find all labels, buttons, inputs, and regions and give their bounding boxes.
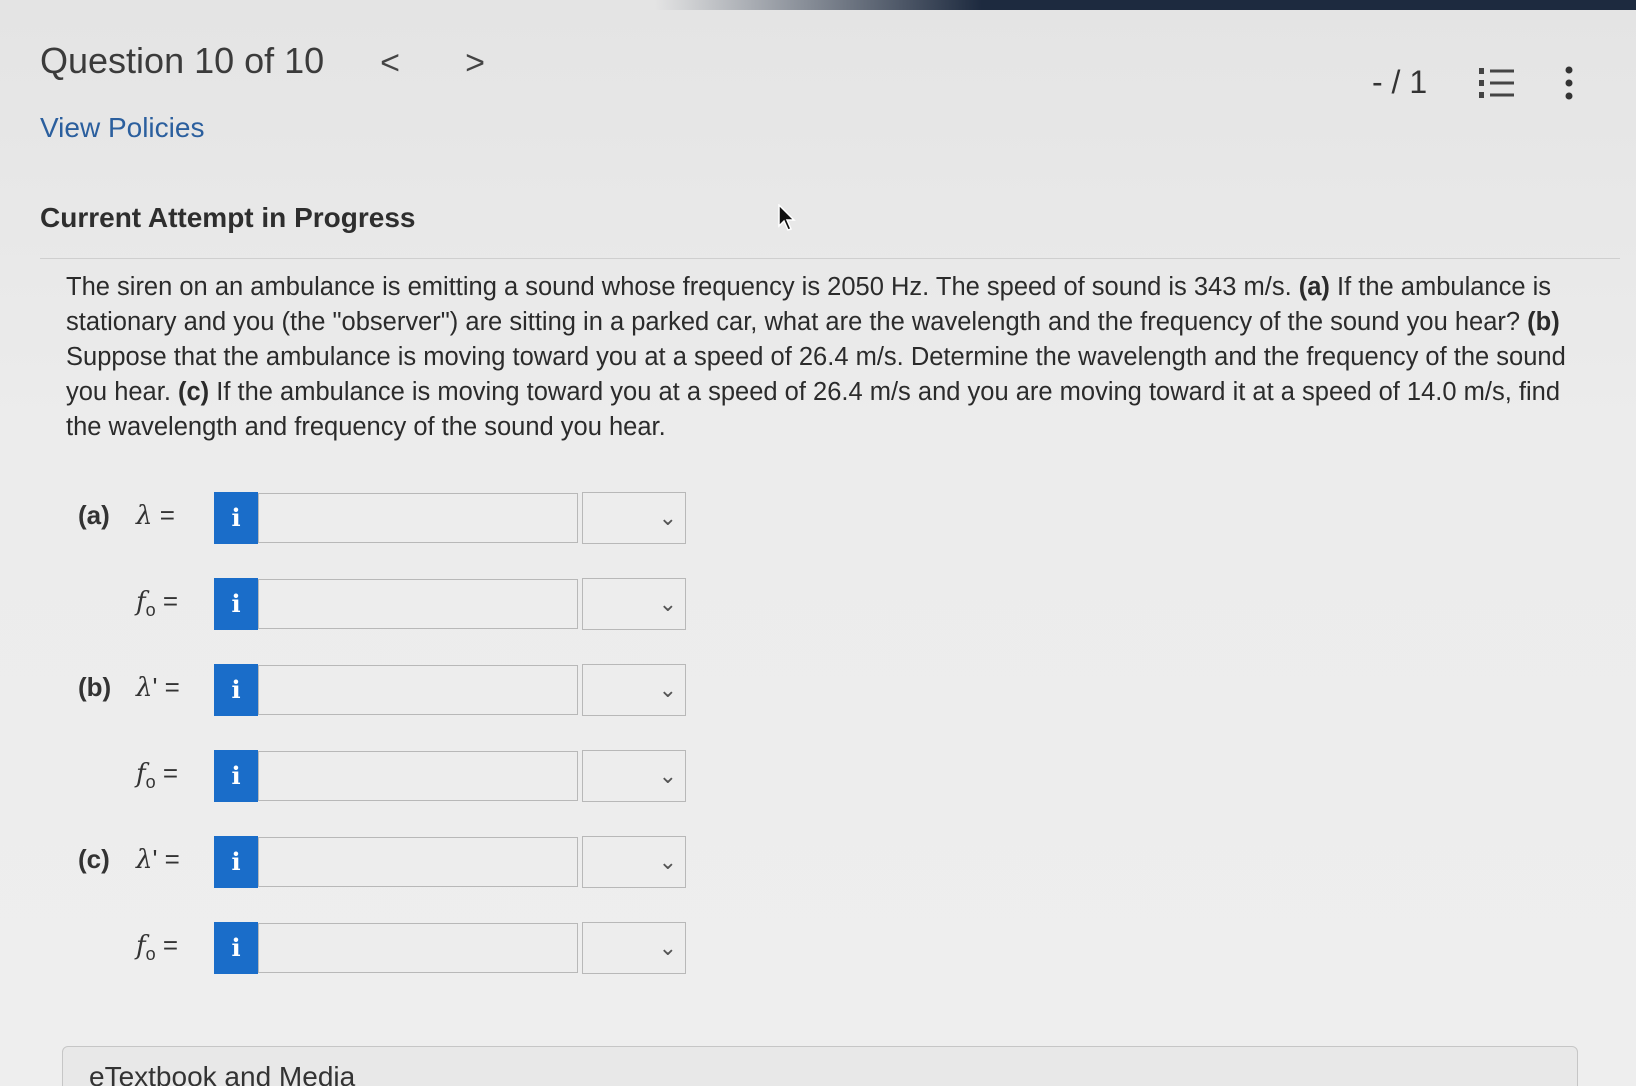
section-divider bbox=[40, 258, 1620, 259]
vertical-ellipsis-icon[interactable] bbox=[1562, 64, 1576, 102]
mouse-cursor-icon bbox=[778, 204, 796, 231]
variable-label: λ' = bbox=[136, 844, 180, 879]
unit-select[interactable]: ⌄ bbox=[582, 836, 686, 888]
unit-select[interactable]: ⌄ bbox=[582, 492, 686, 544]
chevron-down-icon: ⌄ bbox=[658, 763, 677, 788]
info-button[interactable]: i bbox=[214, 492, 258, 544]
info-button[interactable]: i bbox=[214, 922, 258, 974]
variable-label: fo = bbox=[136, 930, 178, 965]
variable-subscript: o bbox=[145, 944, 156, 965]
info-button[interactable]: i bbox=[214, 578, 258, 630]
variable-symbol: λ bbox=[136, 501, 153, 531]
variable-symbol: λ bbox=[136, 673, 153, 703]
chevron-down-icon: ⌄ bbox=[658, 591, 677, 616]
info-button[interactable]: i bbox=[214, 836, 258, 888]
part-label: (a) bbox=[78, 500, 110, 530]
previous-question-button[interactable]: < bbox=[375, 44, 405, 83]
variable-equals: = bbox=[152, 500, 175, 530]
question-title: Question 10 of 10 bbox=[40, 40, 325, 81]
variable-symbol: f bbox=[136, 587, 146, 617]
chevron-down-icon: ⌄ bbox=[658, 849, 677, 874]
problem-part-c-label: (c) bbox=[178, 378, 210, 406]
variable-symbol: f bbox=[136, 931, 146, 961]
etextbook-media-panel[interactable]: eTextbook and Media bbox=[62, 1046, 1578, 1086]
variable-equals: = bbox=[155, 758, 179, 788]
part-label: (b) bbox=[78, 672, 112, 702]
chevron-down-icon: ⌄ bbox=[658, 677, 677, 702]
unit-select[interactable]: ⌄ bbox=[582, 922, 686, 974]
variable-symbol: f bbox=[136, 759, 146, 789]
unit-select[interactable]: ⌄ bbox=[582, 664, 686, 716]
problem-text-1: The siren on an ambulance is emitting a … bbox=[66, 273, 1299, 301]
problem-text-4: If the ambulance is moving toward you at… bbox=[66, 378, 1561, 441]
question-header: Question 10 of 10 < > - / 1 bbox=[0, 10, 1636, 130]
answer-input[interactable] bbox=[258, 923, 578, 973]
variable-label: fo = bbox=[136, 758, 178, 793]
list-numbered-icon[interactable] bbox=[1478, 66, 1516, 100]
answer-input[interactable] bbox=[258, 751, 578, 801]
unit-select[interactable]: ⌄ bbox=[582, 750, 686, 802]
variable-subscript: o bbox=[145, 600, 156, 621]
info-button[interactable]: i bbox=[214, 664, 258, 716]
answer-input[interactable] bbox=[258, 837, 578, 887]
variable-label: fo = bbox=[136, 586, 178, 621]
question-page: Question 10 of 10 < > - / 1 View Policie… bbox=[0, 0, 1636, 1086]
variable-label: λ' = bbox=[136, 672, 180, 707]
variable-subscript: o bbox=[145, 772, 156, 793]
etextbook-title: eTextbook and Media bbox=[89, 1061, 356, 1086]
chevron-down-icon: ⌄ bbox=[658, 935, 677, 960]
variable-equals: = bbox=[155, 586, 179, 616]
view-policies-link[interactable]: View Policies bbox=[40, 112, 204, 144]
problem-part-a-label: (a) bbox=[1298, 273, 1330, 301]
chevron-down-icon: ⌄ bbox=[658, 505, 677, 530]
answer-input[interactable] bbox=[258, 579, 578, 629]
variable-equals: = bbox=[155, 930, 179, 960]
problem-statement: The siren on an ambulance is emitting a … bbox=[66, 270, 1586, 445]
answer-input[interactable] bbox=[258, 665, 578, 715]
variable-label: λ = bbox=[136, 500, 175, 535]
variable-equals: ' = bbox=[152, 844, 180, 874]
variable-equals: ' = bbox=[152, 672, 180, 702]
next-question-button[interactable]: > bbox=[460, 44, 490, 83]
problem-part-b-label: (b) bbox=[1527, 308, 1560, 336]
variable-symbol: λ bbox=[136, 845, 153, 875]
info-button[interactable]: i bbox=[214, 750, 258, 802]
answer-input[interactable] bbox=[258, 493, 578, 543]
score-display: - / 1 bbox=[1372, 64, 1428, 100]
attempt-status-heading: Current Attempt in Progress bbox=[40, 202, 416, 233]
top-accent-bar bbox=[0, 0, 1636, 10]
part-label: (c) bbox=[78, 844, 110, 874]
unit-select[interactable]: ⌄ bbox=[582, 578, 686, 630]
